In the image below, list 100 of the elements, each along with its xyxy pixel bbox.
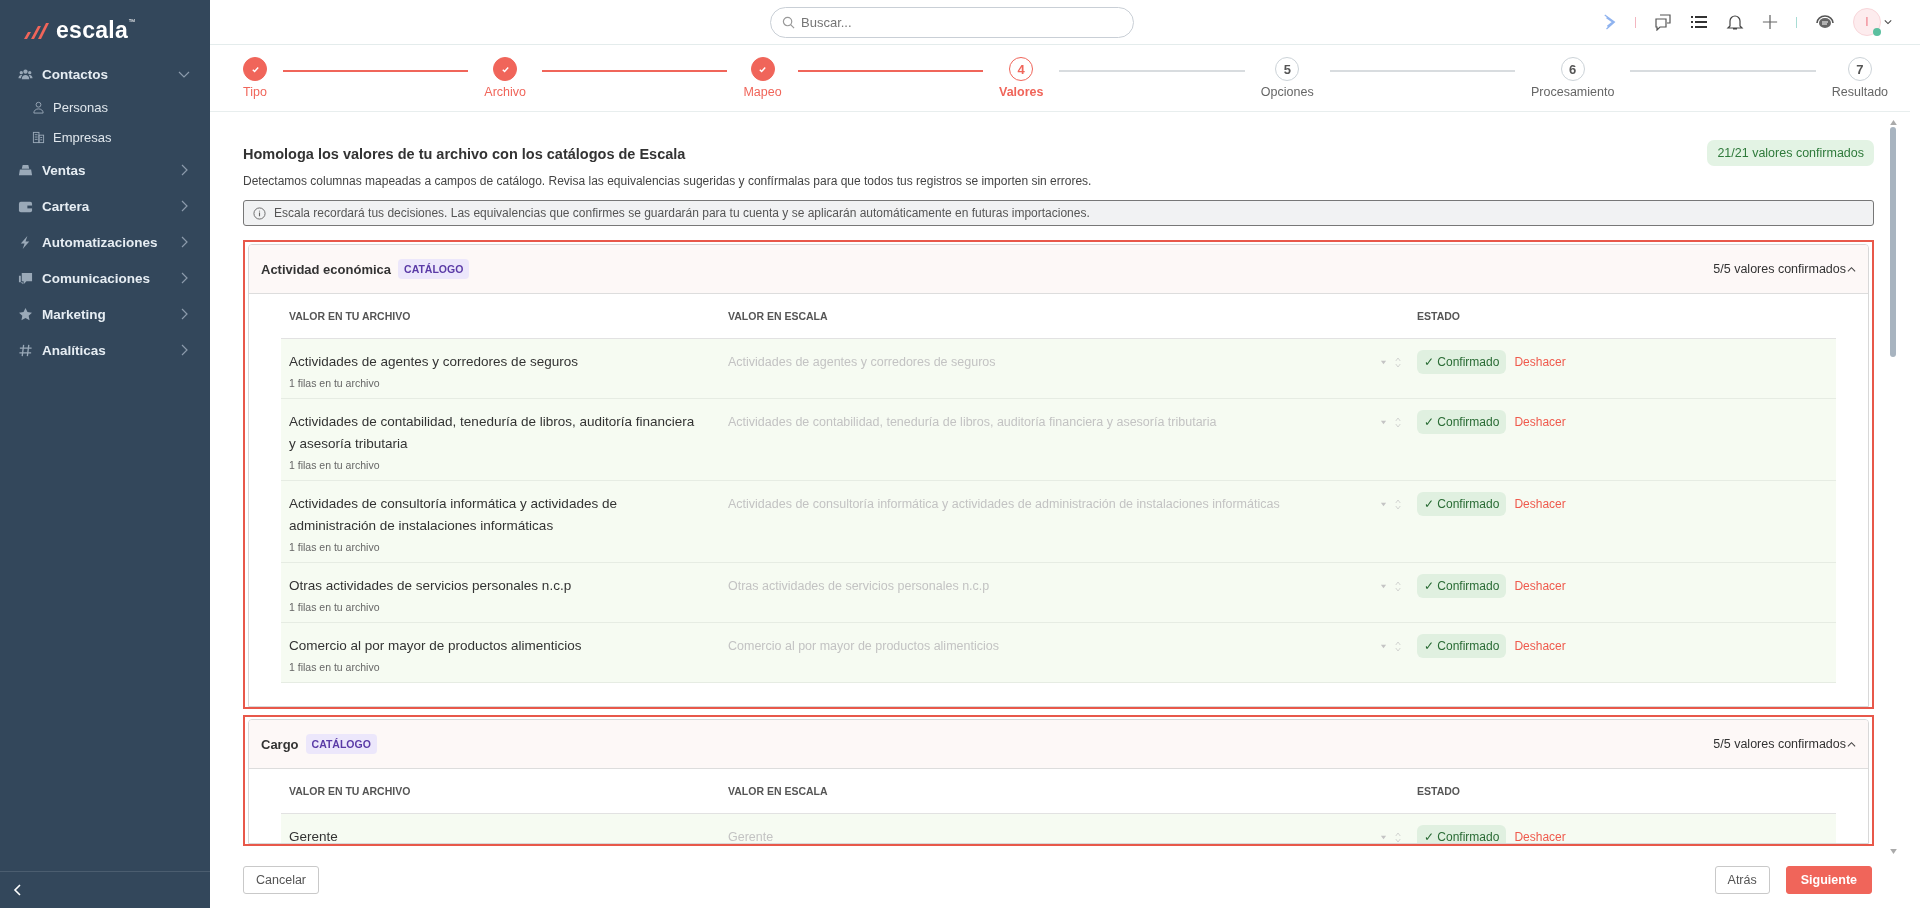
collapse-icon[interactable] [12, 884, 24, 896]
search-icon [782, 15, 795, 29]
person-icon [32, 100, 45, 114]
undo-link[interactable]: Deshacer [1514, 830, 1566, 843]
chevron-icon [1847, 739, 1856, 749]
undo-link[interactable]: Deshacer [1514, 415, 1566, 429]
value-select[interactable]: Comercio al por mayor de productos alimenticios [728, 635, 1417, 657]
file-value: Actividades de consultoría informática y actividades de administración de instalaciones informáticas [289, 495, 618, 535]
section-header[interactable]: Cargo CATÁLOGO 5/5 valores confirmados [249, 720, 1868, 769]
caret-icon [1380, 500, 1387, 508]
nav-item[interactable]: Automatizaciones [0, 224, 210, 260]
sort-icon [1395, 497, 1401, 511]
next-button[interactable]: Siguiente [1785, 866, 1872, 894]
row-count: 1 filas en tu archivo [289, 541, 381, 553]
scroll-down-icon[interactable] [1889, 849, 1897, 854]
section-summary: 5/5 valores confirmados [1713, 737, 1846, 751]
file-value: Actividades de contabilidad, teneduría de libros, auditoría financiera y asesoría tributaria [289, 413, 696, 453]
nav-item[interactable]: Comunicaciones [0, 260, 210, 296]
column-header: ESTADO [1417, 785, 1461, 797]
wizard-step[interactable]: 7 Resultado [1831, 57, 1889, 99]
value-select[interactable]: Otras actividades de servicios personales n.c.p [728, 575, 1417, 597]
status-chip: ✓ Confirmado [1417, 825, 1507, 843]
brand-name: escala [56, 17, 129, 44]
nav-item[interactable]: Contactos [0, 56, 210, 92]
user-menu[interactable]: I [1853, 8, 1892, 36]
page-description: Detectamos columnas mapeadas a campos de catálogo. Revisa las equivalencias sugeridas y confírmalas para que todos tus registros se importen sin errores. [243, 174, 1092, 188]
section-title: Cargo [261, 736, 299, 752]
status-chip: ✓ Confirmado [1417, 492, 1507, 516]
sort-icon [1395, 579, 1401, 593]
sort-icon [1395, 355, 1401, 369]
value-select[interactable]: Gerente [728, 826, 1417, 843]
headset-icon[interactable] [1815, 13, 1835, 31]
nav-item[interactable]: Cartera [0, 188, 210, 224]
wizard-step[interactable]: 5 Opciones [1260, 57, 1314, 99]
building-icon [32, 130, 45, 144]
search-field[interactable]: Buscar... [770, 6, 1134, 38]
plus-icon[interactable] [1762, 14, 1778, 30]
nav-subitem[interactable]: Personas [0, 92, 210, 122]
undo-link[interactable]: Deshacer [1514, 639, 1566, 653]
page-title: Homologa los valores de tu archivo con los catálogos de Escala [243, 146, 687, 162]
notice-text: Escala recordará tus decisiones. Las equivalencias que confirmes se guardarán para tu cuenta y se aplicarán automáticamente en futuras importaciones. [274, 206, 1090, 220]
row-count: 1 filas en tu archivo [289, 601, 381, 613]
status-chip: ✓ Confirmado [1417, 574, 1507, 598]
nav-item[interactable]: Ventas [0, 152, 210, 188]
star-icon [18, 306, 33, 322]
row-count: 1 filas en tu archivo [289, 661, 381, 673]
wizard-step[interactable]: Archivo [484, 57, 527, 99]
column-header: ESTADO [1417, 310, 1461, 322]
sort-icon [1395, 830, 1401, 843]
wizard-step[interactable]: Mapeo [743, 57, 782, 99]
nav-subitem[interactable]: Empresas [0, 122, 210, 152]
value-select[interactable]: Actividades de agentes y corredores de seguros [728, 351, 1417, 373]
info-icon [253, 206, 266, 220]
caret-icon [1380, 358, 1387, 366]
nav-item[interactable]: Marketing [0, 296, 210, 332]
chat-icon[interactable] [1654, 13, 1672, 31]
chat-icon [18, 270, 33, 286]
check-icon [758, 64, 767, 74]
column-header: VALOR EN TU ARCHIVO [289, 310, 412, 322]
section-summary: 5/5 valores confirmados [1713, 262, 1846, 276]
status-chip: ✓ Confirmado [1417, 410, 1507, 434]
row-count: 1 filas en tu archivo [289, 459, 381, 471]
value-select[interactable]: Actividades de consultoría informática y actividades de administración de instalaciones informáticas [728, 493, 1417, 515]
list-icon[interactable] [1690, 13, 1708, 31]
nav-item[interactable]: Analíticas [0, 332, 210, 368]
check-icon [500, 64, 510, 74]
catalog-tag: CATÁLOGO [398, 259, 470, 279]
caret-icon [1380, 582, 1387, 590]
sort-icon [1395, 639, 1401, 653]
confirmed-count-badge: 21/21 valores confirmados [1707, 140, 1874, 166]
file-value: Gerente [289, 828, 339, 843]
section-header[interactable]: Actividad económica CATÁLOGO 5/5 valores confirmados [249, 245, 1868, 294]
caret-icon [1380, 642, 1387, 650]
bell-icon[interactable] [1726, 13, 1744, 31]
chevron-icon [1847, 264, 1856, 274]
check-icon [250, 64, 260, 74]
scroll-up-icon[interactable] [1889, 120, 1897, 125]
column-header: VALOR EN ESCALA [728, 310, 829, 322]
wizard-step[interactable]: 6 Procesamiento [1531, 57, 1615, 99]
column-header: VALOR EN TU ARCHIVO [289, 785, 412, 797]
undo-link[interactable]: Deshacer [1514, 579, 1566, 593]
caret-icon [1380, 833, 1387, 841]
file-value: Comercio al por mayor de productos alimenticios [289, 637, 583, 655]
column-header: VALOR EN ESCALA [728, 785, 829, 797]
status-chip: ✓ Confirmado [1417, 634, 1507, 658]
wizard-step[interactable]: 4 Valores [999, 57, 1044, 99]
section-title: Actividad económica [261, 261, 392, 277]
back-button[interactable]: Atrás [1714, 866, 1770, 894]
file-value: Actividades de agentes y corredores de seguros [289, 353, 579, 371]
sort-icon [1395, 415, 1401, 429]
value-select[interactable]: Actividades de contabilidad, teneduría de libros, auditoría financiera y asesoría tributaria [728, 411, 1417, 433]
file-value: Otras actividades de servicios personales n.c.p [289, 577, 573, 595]
hash-icon [18, 342, 33, 358]
status-chip: ✓ Confirmado [1417, 350, 1507, 374]
undo-link[interactable]: Deshacer [1514, 497, 1566, 511]
cancel-button[interactable]: Cancelar [243, 866, 320, 894]
row-count: 1 filas en tu archivo [289, 377, 381, 389]
caret-icon [1380, 418, 1387, 426]
undo-link[interactable]: Deshacer [1514, 355, 1566, 369]
catalog-tag: CATÁLOGO [305, 734, 377, 754]
